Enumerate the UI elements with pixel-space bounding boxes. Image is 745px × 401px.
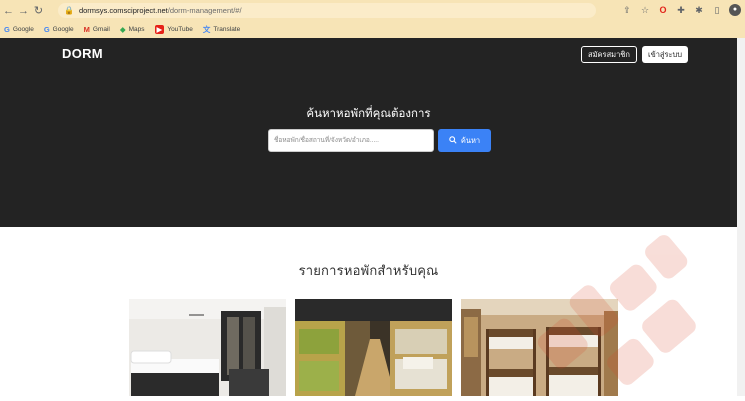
share-icon[interactable]: ⇪ (621, 4, 633, 16)
youtube-icon: ▶ (154, 24, 165, 34)
bookmark-translate[interactable]: 文 Translate (203, 24, 240, 35)
browser-chrome: ← → ↻ 🔒 dormsys.comsciproject.net/dorm-m… (0, 0, 745, 38)
extension-icons: ⇪ ☆ O ✚ ✱ ▯ ● (621, 4, 741, 16)
bookmark-google-1[interactable]: G Google (4, 25, 34, 34)
dorm-card-image[interactable] (295, 299, 452, 396)
search-button-label: ค้นหา (460, 135, 481, 145)
reload-icon[interactable]: ↻ (32, 4, 45, 17)
page-scrollbar[interactable] (737, 38, 745, 396)
extension-puzzle-icon[interactable]: ✚ (675, 4, 687, 16)
listing-title: รายการหอพักสำหรับคุณ (298, 263, 439, 278)
url-text: dormsys.comsciproject.net/dorm-managemen… (78, 6, 242, 15)
dorm-card-image[interactable] (461, 299, 618, 396)
pin-icon[interactable]: ✱ (693, 4, 705, 16)
bookmarks-bar: G Google G Google M Gmail ◆ Maps ▶ YouTube 文T… (0, 22, 745, 36)
sidepanel-icon[interactable]: ▯ (711, 4, 723, 16)
login-button[interactable]: เข้าสู่ระบบ (642, 46, 689, 63)
back-icon[interactable]: ← (2, 5, 15, 17)
search-input[interactable]: ชื่อหอพัก/ชื่อสถานที่/จังหวัด/อำเภอ..... (268, 129, 434, 152)
bunk-room-photo (461, 299, 618, 396)
bedroom-photo (129, 299, 286, 396)
google-icon: G (43, 24, 50, 34)
bookmark-gmail[interactable]: M Gmail (84, 25, 110, 34)
bookmark-youtube[interactable]: ▶ YouTube (154, 24, 193, 34)
dorm-card-image[interactable] (129, 299, 286, 396)
lock-icon: 🔒 (64, 6, 74, 15)
bookmark-maps[interactable]: ◆ Maps (120, 25, 145, 34)
translate-icon: 文 (202, 24, 211, 34)
gmail-icon: M (83, 24, 90, 34)
address-row: ← → ↻ 🔒 dormsys.comsciproject.net/dorm-m… (0, 0, 745, 21)
google-icon: G (4, 24, 10, 34)
address-bar[interactable]: 🔒 dormsys.comsciproject.net/dorm-managem… (58, 3, 596, 18)
register-button[interactable]: สมัครสมาชิก (581, 46, 637, 63)
hero-section: DORM สมัครสมาชิก เข้าสู่ระบบ ค้นหาหอพักท… (0, 38, 737, 227)
brand-logo[interactable]: DORM (62, 46, 103, 61)
star-icon[interactable]: ☆ (639, 4, 651, 16)
bookmark-google-2[interactable]: G Google (44, 25, 74, 34)
opera-icon[interactable]: O (657, 4, 669, 16)
hostel-corridor-photo (295, 299, 452, 396)
forward-icon[interactable]: → (17, 5, 30, 17)
maps-icon: ◆ (119, 24, 126, 34)
search-button[interactable]: ค้นหา (438, 129, 491, 152)
search-icon (449, 135, 457, 146)
profile-avatar-icon[interactable]: ● (729, 4, 741, 16)
hero-title: ค้นหาหอพักที่คุณต้องการ (306, 108, 431, 120)
